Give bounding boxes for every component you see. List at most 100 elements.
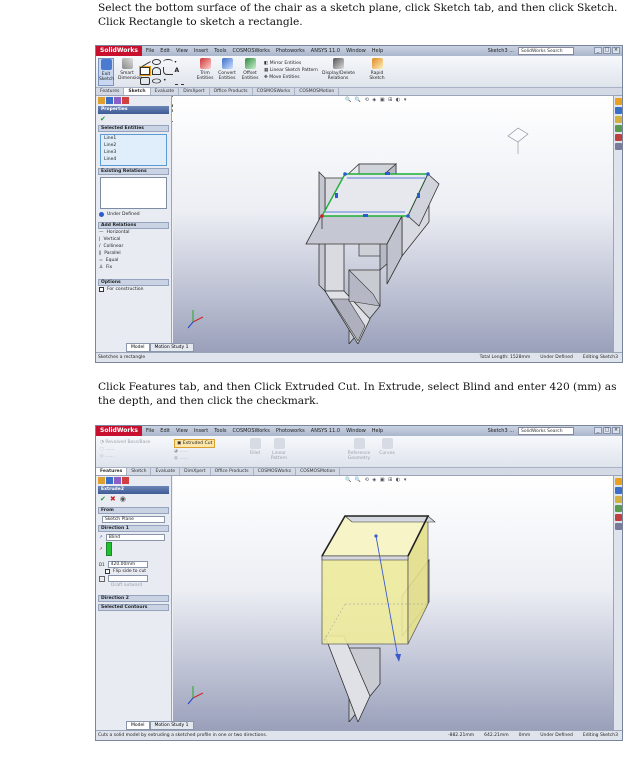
offset-entities-button[interactable]: Offset Entities: [240, 58, 260, 81]
property-manager-icon[interactable]: [106, 477, 113, 484]
custom-properties-icon[interactable]: [615, 143, 622, 150]
config-manager-icon[interactable]: [114, 97, 121, 104]
text-icon[interactable]: A: [175, 67, 185, 75]
ok-icon[interactable]: ✔: [100, 495, 106, 503]
file-explorer-icon[interactable]: [615, 496, 622, 503]
flip-side-checkbox[interactable]: Flip side to cut: [102, 568, 171, 575]
swept-cut-button[interactable]: ◍ ……: [174, 455, 215, 462]
smart-dimension-button[interactable]: Smart Dimension: [118, 58, 142, 81]
design-library-icon[interactable]: [615, 107, 622, 114]
from-select[interactable]: Sketch Plane: [102, 516, 165, 523]
menu-window[interactable]: Window: [346, 48, 366, 54]
graphics-viewport[interactable]: 🔍 🔍 ⟲ ◈ ▣ ⊞ ◐ ▾: [173, 476, 613, 730]
menu-file[interactable]: File: [146, 428, 154, 434]
relation-vertical[interactable]: | Vertical: [96, 236, 171, 243]
sketch-point[interactable]: [320, 214, 324, 218]
linear-pattern-button[interactable]: Linear Pattern: [268, 438, 290, 461]
feature-tree-icon[interactable]: [98, 97, 105, 104]
menu-view[interactable]: View: [176, 428, 188, 434]
depth-input[interactable]: 420.00mm: [107, 561, 148, 568]
search-input[interactable]: SolidWorks Search: [518, 427, 574, 435]
resources-icon[interactable]: [615, 478, 622, 485]
menu-edit[interactable]: Edit: [160, 428, 170, 434]
menu-file[interactable]: File: [146, 48, 154, 54]
view-palette-icon[interactable]: [615, 125, 622, 132]
minimize-button[interactable]: _: [594, 47, 602, 54]
config-manager-icon[interactable]: [114, 477, 121, 484]
cancel-icon[interactable]: ✖: [110, 495, 116, 503]
rectangle-icon[interactable]: [139, 66, 151, 76]
maximize-button[interactable]: □: [603, 427, 611, 434]
arc-icon[interactable]: [151, 67, 161, 75]
menu-help[interactable]: Help: [372, 48, 383, 54]
menu-edit[interactable]: Edit: [160, 48, 170, 54]
feature-tree-icon[interactable]: [98, 477, 105, 484]
relation-fix[interactable]: ⚓ Fix: [96, 264, 171, 271]
relation-collinear[interactable]: / Collinear: [96, 243, 171, 250]
tab-dimxpert[interactable]: DimXpert: [180, 468, 211, 475]
sketch-point[interactable]: [406, 214, 410, 218]
fillet-button[interactable]: Fillet: [246, 438, 264, 456]
add-relations-group[interactable]: Add Relations: [98, 222, 169, 229]
tab-office-products[interactable]: Office Products: [210, 88, 253, 95]
draft-icon[interactable]: [99, 575, 105, 582]
resources-icon[interactable]: [615, 98, 622, 105]
view-palette-icon[interactable]: [615, 505, 622, 512]
relation-equal[interactable]: = Equal: [96, 257, 171, 264]
menu-help[interactable]: Help: [372, 428, 383, 434]
tab-motion-study[interactable]: Motion Study 1: [149, 343, 194, 352]
menu-cosmosworks[interactable]: COSMOSWorks: [233, 48, 270, 54]
display-delete-relations-button[interactable]: Display/Delete Relations: [322, 58, 355, 81]
tab-cosmosworks[interactable]: COSMOSWorks: [253, 88, 296, 95]
dimxpert-icon[interactable]: [122, 477, 129, 484]
menu-ansys[interactable]: ANSYS 11.0: [311, 428, 340, 434]
tab-dimxpert[interactable]: DimXpert: [179, 88, 210, 95]
tab-sketch[interactable]: Sketch: [124, 88, 151, 95]
menu-photoworks[interactable]: Photoworks: [276, 48, 305, 54]
reference-geometry-button[interactable]: Reference Geometry: [346, 438, 372, 461]
tab-model[interactable]: Model: [126, 343, 150, 352]
existing-relations-group[interactable]: Existing Relations: [98, 168, 169, 175]
line-icon[interactable]: [139, 57, 151, 67]
linear-pattern-button[interactable]: ▦ Linear Sketch Pattern: [264, 67, 318, 74]
minimize-button[interactable]: _: [594, 427, 602, 434]
relation-parallel[interactable]: ∥ Parallel: [96, 250, 171, 257]
sketch-point[interactable]: [343, 172, 347, 176]
close-button[interactable]: ×: [612, 47, 620, 54]
file-explorer-icon[interactable]: [615, 116, 622, 123]
revolved-cut-button[interactable]: ◕ ……: [174, 448, 215, 455]
ok-icon[interactable]: ✔: [96, 115, 171, 123]
menu-cosmosworks[interactable]: COSMOSWorks: [233, 428, 270, 434]
rapid-sketch-button[interactable]: Rapid Sketch: [368, 58, 386, 81]
mirror-entities-button[interactable]: ◧ Mirror Entities: [264, 60, 318, 67]
tab-motion-study[interactable]: Motion Study 1: [149, 721, 194, 730]
menu-photoworks[interactable]: Photoworks: [276, 428, 305, 434]
tab-model[interactable]: Model: [126, 721, 150, 730]
tab-features[interactable]: Features: [96, 468, 128, 475]
exit-sketch-button[interactable]: Exit Sketch: [98, 58, 114, 86]
menu-ansys[interactable]: ANSYS 11.0: [311, 48, 340, 54]
custom-properties-icon[interactable]: [615, 523, 622, 530]
menu-tools[interactable]: Tools: [214, 48, 226, 54]
menu-view[interactable]: View: [176, 48, 188, 54]
tab-office-products[interactable]: Office Products: [211, 468, 254, 475]
menu-tools[interactable]: Tools: [214, 428, 226, 434]
tab-evaluate[interactable]: Evaluate: [151, 468, 181, 475]
chair-model[interactable]: [173, 96, 543, 344]
extruded-cut-button[interactable]: ▣ Extruded Cut: [174, 439, 216, 448]
selected-contours-group[interactable]: Selected Contours: [98, 604, 169, 611]
maximize-button[interactable]: □: [603, 47, 611, 54]
direction-selection-box[interactable]: [105, 542, 112, 556]
curves-button[interactable]: Curves: [378, 438, 396, 456]
reverse-direction-icon[interactable]: ↗: [99, 534, 103, 541]
draft-outward-checkbox[interactable]: Draft outward: [108, 582, 171, 589]
selected-entities-group[interactable]: Selected Entities: [98, 125, 169, 132]
sketch-point[interactable]: [426, 172, 430, 176]
lofted-boss-button[interactable]: ◇ ……: [100, 453, 150, 460]
end-condition-select[interactable]: Blind: [105, 534, 165, 541]
close-button[interactable]: ×: [612, 427, 620, 434]
appearances-icon[interactable]: [615, 134, 622, 141]
relation-horizontal[interactable]: — Horizontal: [96, 229, 171, 236]
point-icon[interactable]: •: [163, 77, 173, 85]
trim-entities-button[interactable]: Trim Entities: [196, 58, 214, 81]
